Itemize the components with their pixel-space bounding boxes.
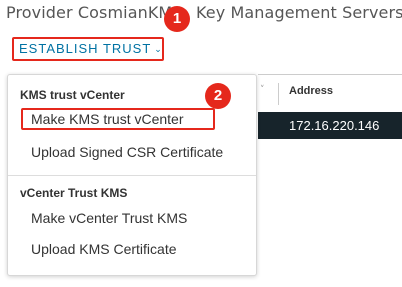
page-title-provider: Provider CosmianKMS bbox=[6, 3, 183, 22]
sort-caret-icon[interactable]: ˅ bbox=[260, 85, 265, 95]
column-divider bbox=[278, 83, 279, 105]
menu-item-upload-kms-certificate[interactable]: Upload KMS Certificate bbox=[31, 241, 177, 257]
menu-item-make-kms-trust-vcenter[interactable]: Make KMS trust vCenter bbox=[31, 111, 184, 127]
menu-item-make-vcenter-trust-kms[interactable]: Make vCenter Trust KMS bbox=[31, 210, 187, 226]
step-callout-1: 1 bbox=[164, 6, 190, 32]
menu-item-upload-signed-csr-certificate[interactable]: Upload Signed CSR Certificate bbox=[31, 144, 223, 160]
row-address-cell: 172.16.220.146 bbox=[289, 118, 380, 133]
menu-divider bbox=[8, 175, 256, 176]
establish-trust-label: ESTABLISH TRUST bbox=[19, 41, 152, 56]
chevron-down-icon: ⌄ bbox=[154, 44, 162, 54]
menu-section-vcenter-trust-kms: vCenter Trust KMS bbox=[20, 186, 128, 200]
menu-section-kms-trust-vcenter: KMS trust vCenter bbox=[20, 88, 125, 102]
establish-trust-button[interactable]: ESTABLISH TRUST ⌄ bbox=[12, 37, 164, 61]
servers-grid-header: ˅ Address bbox=[258, 74, 402, 113]
step-callout-2: 2 bbox=[205, 83, 231, 109]
page-title-key-management-servers: Key Management Servers bbox=[196, 3, 402, 22]
page-title: Provider CosmianKMS Key Management Serve… bbox=[6, 2, 402, 24]
column-header-address[interactable]: Address bbox=[289, 85, 333, 97]
table-row[interactable]: 172.16.220.146 bbox=[258, 112, 402, 139]
